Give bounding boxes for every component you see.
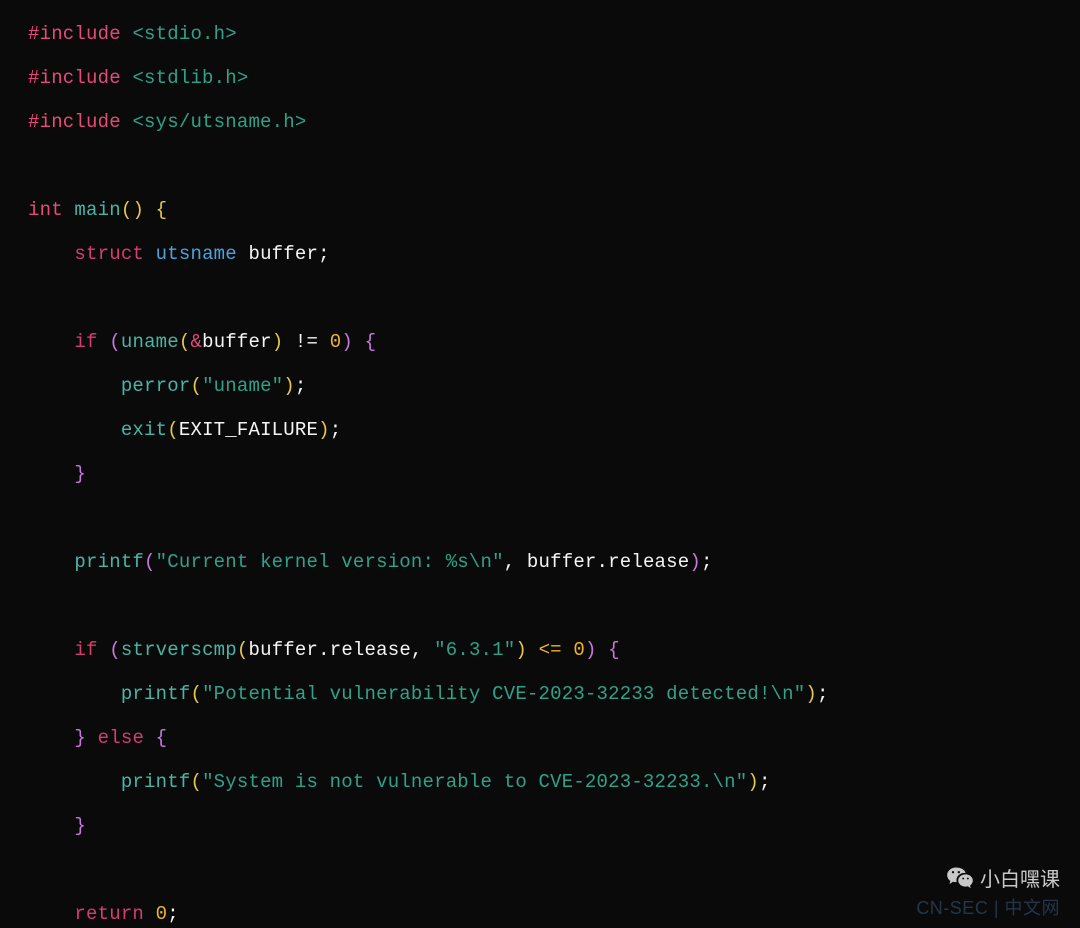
code-token: "6.3.1"	[434, 639, 515, 661]
code-token: utsname	[156, 243, 237, 265]
code-token	[28, 815, 74, 837]
code-block: #include <stdio.h> #include <stdlib.h> #…	[0, 0, 1080, 928]
code-token: if	[74, 639, 97, 661]
code-token: }	[74, 815, 86, 837]
code-token: )	[585, 639, 597, 661]
code-token: )	[515, 639, 527, 661]
code-token: (	[190, 683, 202, 705]
code-token	[353, 331, 365, 353]
code-token	[98, 639, 110, 661]
code-token: buffer.release,	[249, 639, 435, 661]
code-token: )	[283, 375, 295, 397]
code-token: (	[109, 331, 121, 353]
code-token: (	[190, 771, 202, 793]
code-token: buffer	[202, 331, 272, 353]
code-token: "Current kernel version: %s\n"	[156, 551, 504, 573]
code-token	[28, 243, 74, 265]
code-token	[597, 639, 609, 661]
code-token: , buffer.release	[504, 551, 690, 573]
code-token	[28, 419, 121, 441]
code-token: ;	[295, 375, 307, 397]
code-token	[121, 111, 133, 133]
code-token: else	[98, 727, 144, 749]
code-token	[144, 727, 156, 749]
code-token: #include	[28, 111, 121, 133]
code-token: 0	[330, 331, 342, 353]
code-token: main	[74, 199, 120, 221]
code-token: (	[190, 375, 202, 397]
code-token: 0	[156, 903, 168, 925]
code-token	[28, 375, 121, 397]
code-token: ;	[167, 903, 179, 925]
code-token	[28, 727, 74, 749]
code-token	[28, 551, 74, 573]
code-token: <stdio.h>	[132, 23, 236, 45]
code-token	[121, 23, 133, 45]
code-token: int	[28, 199, 63, 221]
code-token: exit	[121, 419, 167, 441]
code-token: (	[179, 331, 191, 353]
code-token: (	[167, 419, 179, 441]
code-token: #include	[28, 23, 121, 45]
code-token	[144, 243, 156, 265]
code-token	[28, 639, 74, 661]
code-token	[28, 903, 74, 925]
code-token: <=	[539, 639, 562, 661]
code-token: }	[74, 727, 86, 749]
code-token	[98, 331, 110, 353]
code-token	[63, 199, 75, 221]
code-token	[28, 331, 74, 353]
code-token: (	[237, 639, 249, 661]
code-token: {	[156, 727, 168, 749]
code-token: uname	[121, 331, 179, 353]
code-token: 0	[573, 639, 585, 661]
code-token: (	[144, 551, 156, 573]
code-token: {	[156, 199, 168, 221]
code-token: ;	[817, 683, 829, 705]
code-token	[28, 463, 74, 485]
code-token: if	[74, 331, 97, 353]
code-token: ()	[121, 199, 144, 221]
code-token: )	[805, 683, 817, 705]
code-token: !=	[283, 331, 329, 353]
code-token	[562, 639, 574, 661]
code-token	[86, 727, 98, 749]
code-token: perror	[121, 375, 191, 397]
code-token: &	[190, 331, 202, 353]
code-token: {	[608, 639, 620, 661]
code-token: EXIT_FAILURE	[179, 419, 318, 441]
code-token: ;	[759, 771, 771, 793]
code-token: printf	[121, 683, 191, 705]
code-token: )	[318, 419, 330, 441]
code-token: "System is not vulnerable to CVE-2023-32…	[202, 771, 747, 793]
code-token: (	[109, 639, 121, 661]
code-token	[121, 67, 133, 89]
code-token: ;	[330, 419, 342, 441]
code-token: struct	[74, 243, 144, 265]
code-token: printf	[74, 551, 144, 573]
code-token: {	[365, 331, 377, 353]
code-token: return	[74, 903, 144, 925]
code-token: printf	[121, 771, 191, 793]
code-token: <stdlib.h>	[132, 67, 248, 89]
code-token: ;	[701, 551, 713, 573]
code-token: "Potential vulnerability CVE-2023-32233 …	[202, 683, 805, 705]
code-token: )	[689, 551, 701, 573]
code-token: "uname"	[202, 375, 283, 397]
code-token	[28, 771, 121, 793]
code-token: <sys/utsname.h>	[132, 111, 306, 133]
code-token	[144, 903, 156, 925]
code-token: #include	[28, 67, 121, 89]
code-token: )	[747, 771, 759, 793]
code-token: )	[341, 331, 353, 353]
code-token	[527, 639, 539, 661]
code-token: buffer;	[237, 243, 330, 265]
code-token	[144, 199, 156, 221]
code-token: )	[272, 331, 284, 353]
code-token	[28, 683, 121, 705]
code-token: strverscmp	[121, 639, 237, 661]
code-token: }	[74, 463, 86, 485]
